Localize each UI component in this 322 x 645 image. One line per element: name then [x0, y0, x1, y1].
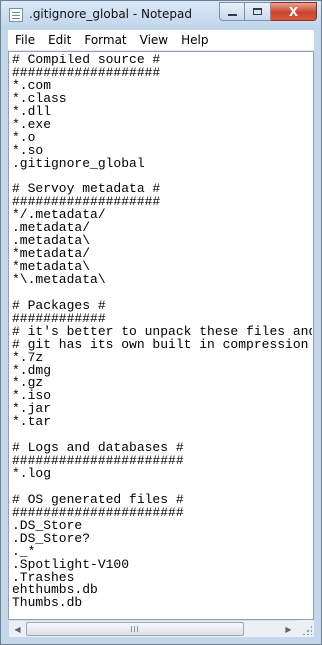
notepad-window: .gitignore_global - Notepad X File Edit …: [0, 0, 322, 645]
text-editor[interactable]: # Compiled source # ################### *.…: [8, 51, 314, 620]
resize-grip[interactable]: [297, 620, 314, 637]
menu-view[interactable]: View: [133, 30, 174, 50]
title-bar[interactable]: .gitignore_global - Notepad X: [1, 1, 321, 30]
scroll-grip-icon: [131, 626, 138, 632]
menu-format[interactable]: Format: [77, 30, 132, 50]
text-line[interactable]: *.log: [12, 467, 312, 481]
text-line[interactable]: *.dmg: [12, 364, 312, 378]
text-line[interactable]: Thumbs.db: [12, 596, 312, 610]
notepad-app-icon[interactable]: [9, 8, 23, 22]
maximize-icon: [253, 8, 262, 15]
text-line[interactable]: *.dll: [12, 105, 312, 119]
minimize-button[interactable]: [219, 2, 245, 21]
text-line[interactable]: ######################: [12, 454, 312, 468]
text-line[interactable]: *\.metadata\: [12, 273, 312, 287]
text-line[interactable]: *.jar: [12, 402, 312, 416]
text-line[interactable]: *.o: [12, 131, 312, 145]
text-line[interactable]: *.exe: [12, 118, 312, 132]
maximize-button[interactable]: [245, 2, 271, 21]
scroll-left-button[interactable]: ◀: [9, 621, 26, 637]
scroll-thumb[interactable]: [26, 622, 244, 636]
menu-edit[interactable]: Edit: [41, 30, 77, 50]
window-title: .gitignore_global - Notepad: [29, 7, 192, 21]
close-icon: X: [288, 4, 299, 19]
window-frame-bottom: [1, 637, 321, 644]
close-button[interactable]: X: [271, 2, 317, 21]
scroll-right-icon: ▶: [285, 624, 292, 634]
text-line[interactable]: # git has its own built in compression m…: [12, 338, 312, 352]
scroll-right-button[interactable]: ▶: [280, 621, 297, 637]
text-line[interactable]: ###################: [12, 66, 312, 80]
editor-text-area[interactable]: # Compiled source # ################### *.…: [12, 54, 312, 619]
scroll-left-icon: ◀: [14, 624, 21, 634]
text-line[interactable]: *.tar: [12, 415, 312, 429]
caption-buttons: X: [219, 2, 317, 21]
menu-bar: File Edit Format View Help: [8, 30, 314, 51]
menu-help[interactable]: Help: [174, 30, 214, 50]
menu-file[interactable]: File: [8, 30, 41, 50]
text-line[interactable]: *.iso: [12, 389, 312, 403]
text-line[interactable]: *.gz: [12, 376, 312, 390]
text-line[interactable]: .DS_Store?: [12, 532, 312, 546]
text-line[interactable]: *.7z: [12, 351, 312, 365]
text-line[interactable]: *.class: [12, 92, 312, 106]
text-line[interactable]: .gitignore_global: [12, 157, 312, 171]
horizontal-scrollbar[interactable]: ◀ ▶: [9, 620, 297, 637]
minimize-icon: [227, 13, 237, 16]
